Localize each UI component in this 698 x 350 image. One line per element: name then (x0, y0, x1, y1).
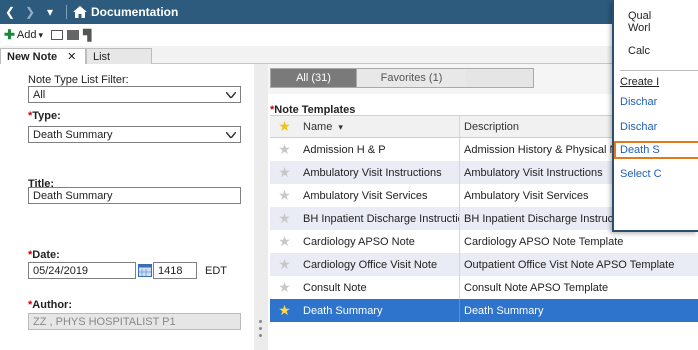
menu-divider (620, 70, 698, 71)
discharge-link-2[interactable]: Dischar (620, 121, 698, 133)
template-description: Death Summary (459, 299, 698, 322)
star-icon[interactable]: ★ (270, 302, 299, 319)
select-link[interactable]: Select C (620, 168, 698, 180)
date-label: *Date: (28, 249, 60, 261)
time-input[interactable]: 1418 (153, 262, 197, 279)
all-templates-tab[interactable]: All (31) (271, 69, 356, 87)
panel-splitter[interactable] (254, 64, 268, 350)
menu-item-label: Qual (628, 10, 652, 22)
star-icon[interactable]: ★ (270, 187, 299, 204)
discharge-link-1[interactable]: Dischar (620, 96, 698, 108)
note-type-filter-value: All (33, 88, 46, 101)
type-label: *Type: (28, 110, 61, 122)
template-description: Consult Note APSO Template (459, 276, 698, 299)
date-input[interactable]: 05/24/2019 (28, 262, 136, 279)
splitter-grip (259, 320, 262, 323)
table-row[interactable]: ★ Cardiology APSO Note Cardiology APSO N… (270, 230, 698, 253)
title-bar: ❮ ❯ ▾ Documentation (0, 0, 698, 24)
menu-item[interactable]: Calc (620, 45, 698, 57)
star-icon[interactable]: ★ (270, 141, 299, 158)
template-name: Death Summary (303, 304, 383, 317)
template-name: Ambulatory Visit Services (303, 189, 428, 202)
history-dropdown-icon[interactable]: ▾ (40, 0, 60, 24)
table-row[interactable]: ★ Consult Note Consult Note APSO Templat… (270, 276, 698, 299)
menu-item-label: Worl (628, 22, 651, 34)
create-link[interactable]: Create I (620, 76, 698, 88)
tab-list[interactable]: List (86, 48, 152, 64)
date-label-text: Date: (32, 249, 60, 261)
add-button-label: Add (16, 29, 37, 41)
template-name: Cardiology Office Visit Note (303, 258, 438, 271)
home-icon[interactable] (73, 6, 87, 18)
tab-list-label: List (93, 50, 111, 63)
type-select[interactable]: Death Summary (28, 126, 241, 143)
template-name: Admission H & P (303, 143, 386, 156)
plus-icon: ✚ (4, 27, 15, 42)
tab-bar: New Note ✕ List (0, 46, 698, 64)
overlay-menu-panel: Qual Worl Calc Create I Dischar Dischar … (612, 0, 698, 232)
page-title: Documentation (91, 5, 179, 19)
favorites-tab[interactable]: Favorites (1) (356, 69, 466, 87)
tab-new-note-label: New Note (7, 50, 58, 63)
star-icon[interactable]: ★ (270, 164, 299, 181)
title-input[interactable]: Death Summary (28, 187, 241, 204)
menu-item-label: Calc (628, 45, 651, 57)
timezone-label: EDT (205, 265, 227, 277)
flag-icon[interactable]: ▜ (83, 29, 91, 42)
note-type-filter-select[interactable]: All (28, 86, 241, 103)
calendar-icon[interactable] (138, 264, 152, 277)
toolbar: ✚ Add ▾ ▜ (0, 24, 698, 46)
chevron-down-icon: ▾ (38, 29, 44, 40)
death-summary-link[interactable]: Death S (614, 141, 698, 159)
splitter-grip (259, 334, 262, 337)
template-description: Cardiology APSO Note Template (459, 230, 698, 253)
name-column-label: Name (303, 120, 333, 133)
title-separator (66, 5, 67, 19)
star-icon[interactable]: ★ (270, 210, 299, 227)
author-field: ZZ , PHYS HOSPITALIST P1 (28, 313, 241, 330)
splitter-grip (259, 327, 262, 330)
template-filter-segment: All (31) Favorites (1) (270, 68, 534, 88)
table-row-selected[interactable]: ★ Death Summary Death Summary (270, 299, 698, 322)
selection-icon[interactable] (51, 30, 64, 40)
sort-chevron-icon: ▾ (338, 121, 343, 132)
star-icon[interactable]: ★ (270, 256, 299, 273)
back-arrow-icon[interactable]: ❮ (0, 0, 20, 24)
close-icon[interactable]: ✕ (67, 50, 76, 63)
star-icon[interactable]: ★ (270, 279, 299, 296)
author-label-text: Author: (32, 299, 72, 311)
tab-new-note[interactable]: New Note ✕ (0, 48, 86, 64)
template-name: Ambulatory Visit Instructions (303, 166, 442, 179)
template-description: Outpatient Office Vist Note APSO Templat… (459, 253, 698, 276)
chevron-down-icon (226, 131, 236, 138)
table-row[interactable]: ★ Cardiology Office Visit Note Outpatien… (270, 253, 698, 276)
template-name: BH Inpatient Discharge Instructions (303, 212, 459, 225)
add-button[interactable]: ✚ Add ▾ (4, 27, 43, 43)
layout-icon[interactable] (67, 30, 80, 40)
author-label: *Author: (28, 299, 72, 311)
star-icon[interactable]: ★ (270, 233, 299, 250)
menu-item[interactable]: Worl (620, 22, 698, 34)
template-name: Cardiology APSO Note (303, 235, 415, 248)
template-name: Consult Note (303, 281, 367, 294)
favorite-star-icon[interactable]: ★ (270, 118, 299, 135)
name-column-header[interactable]: Name ▾ (299, 121, 459, 133)
forward-arrow-icon[interactable]: ❯ (20, 0, 40, 24)
note-type-filter-label: Note Type List Filter: (28, 74, 129, 86)
type-value: Death Summary (33, 128, 113, 141)
type-label-text: Type: (32, 110, 61, 122)
chevron-down-icon (226, 91, 236, 98)
